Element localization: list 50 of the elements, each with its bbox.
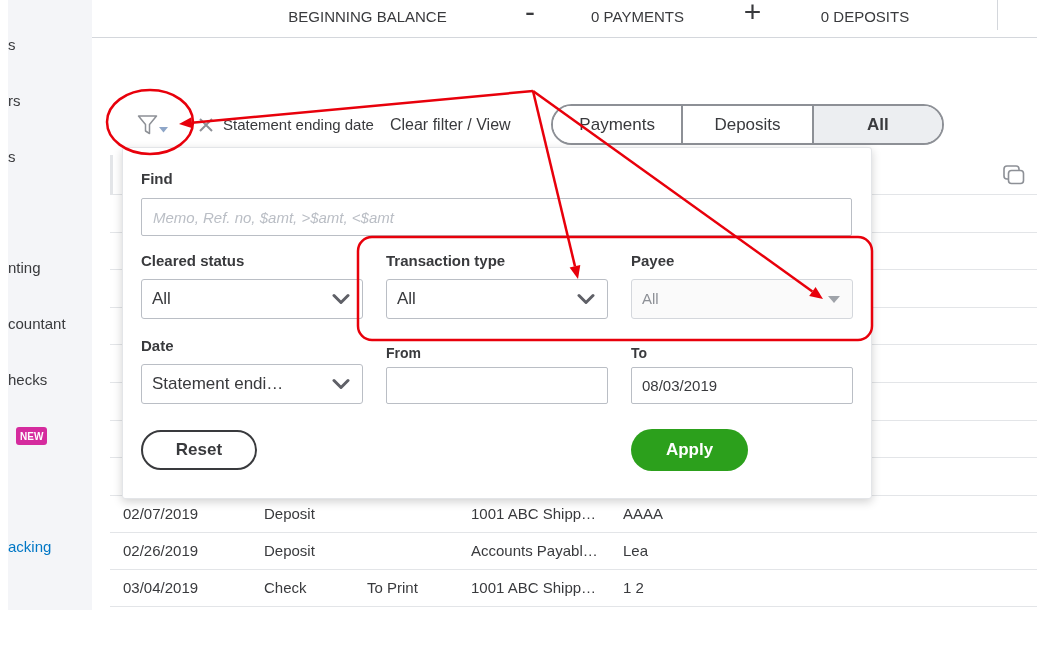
table-cell: 1 2 <box>623 578 644 596</box>
new-badge: NEW <box>16 427 48 445</box>
date-field[interactable]: 08/03/2019 <box>631 367 853 404</box>
table-cell: 1001 ABC Shipp… <box>471 504 597 522</box>
copy-icon[interactable] <box>1003 164 1025 185</box>
sidebar-link[interactable]: acking <box>8 538 52 556</box>
reset-button[interactable]: Reset <box>141 430 257 470</box>
sidebar-item[interactable]: s <box>8 148 16 166</box>
field-label: From <box>386 345 421 361</box>
table-cell: Deposit <box>264 541 315 559</box>
date-field[interactable] <box>386 367 608 404</box>
summary-label: BEGINNING BALANCE <box>288 8 447 26</box>
field-label: Payee <box>631 252 675 270</box>
field-label: Cleared status <box>141 252 245 270</box>
close-icon[interactable] <box>199 117 213 132</box>
sidebar-item[interactable]: nting <box>8 259 41 277</box>
chevron-down-icon <box>577 293 595 305</box>
type-tab[interactable]: All <box>811 106 942 143</box>
caret-down-icon <box>828 295 840 303</box>
sidebar-item[interactable]: s <box>8 36 16 54</box>
summary-label: 0 PAYMENTS <box>591 8 684 26</box>
dropdown[interactable]: All <box>141 279 363 319</box>
sidebar-item[interactable]: hecks <box>8 371 48 389</box>
find-field[interactable]: Memo, Ref. no, $amt, >$amt, <$amt <box>141 198 852 236</box>
table-cell: Accounts Payabl… <box>471 541 598 559</box>
chevron-down-icon <box>332 378 350 390</box>
table-cell: 02/26/2019 <box>123 541 199 559</box>
filter-icon[interactable] <box>137 113 169 136</box>
field-label: Find <box>141 170 173 188</box>
chevron-down-icon <box>332 293 350 305</box>
summary-label: 0 DEPOSITS <box>820 8 910 26</box>
table-cell: To Print <box>367 578 418 596</box>
table-cell: Deposit <box>264 504 315 522</box>
dropdown[interactable]: All <box>386 279 608 319</box>
operator-sign: - <box>525 0 535 24</box>
table-cell: Check <box>264 578 307 596</box>
operator-sign: + <box>743 0 762 24</box>
field-label: To <box>631 345 648 361</box>
table-cell: AAAA <box>623 504 664 522</box>
clear-filter-link[interactable]: Clear filter / View <box>389 115 511 134</box>
table-cell: 1001 ABC Shipp… <box>471 578 597 596</box>
table-cell: 03/04/2019 <box>123 578 199 596</box>
field-label: Transaction type <box>386 252 506 270</box>
active-filter-label: Statement ending date <box>223 115 374 134</box>
dropdown[interactable]: Statement endi… <box>141 364 363 404</box>
field-label: Date <box>141 337 174 355</box>
sidebar-item[interactable]: rs <box>8 92 21 110</box>
table-cell: 02/07/2019 <box>123 504 199 522</box>
sidebar-item[interactable]: countant <box>8 315 66 333</box>
table-cell: Lea <box>623 541 649 559</box>
